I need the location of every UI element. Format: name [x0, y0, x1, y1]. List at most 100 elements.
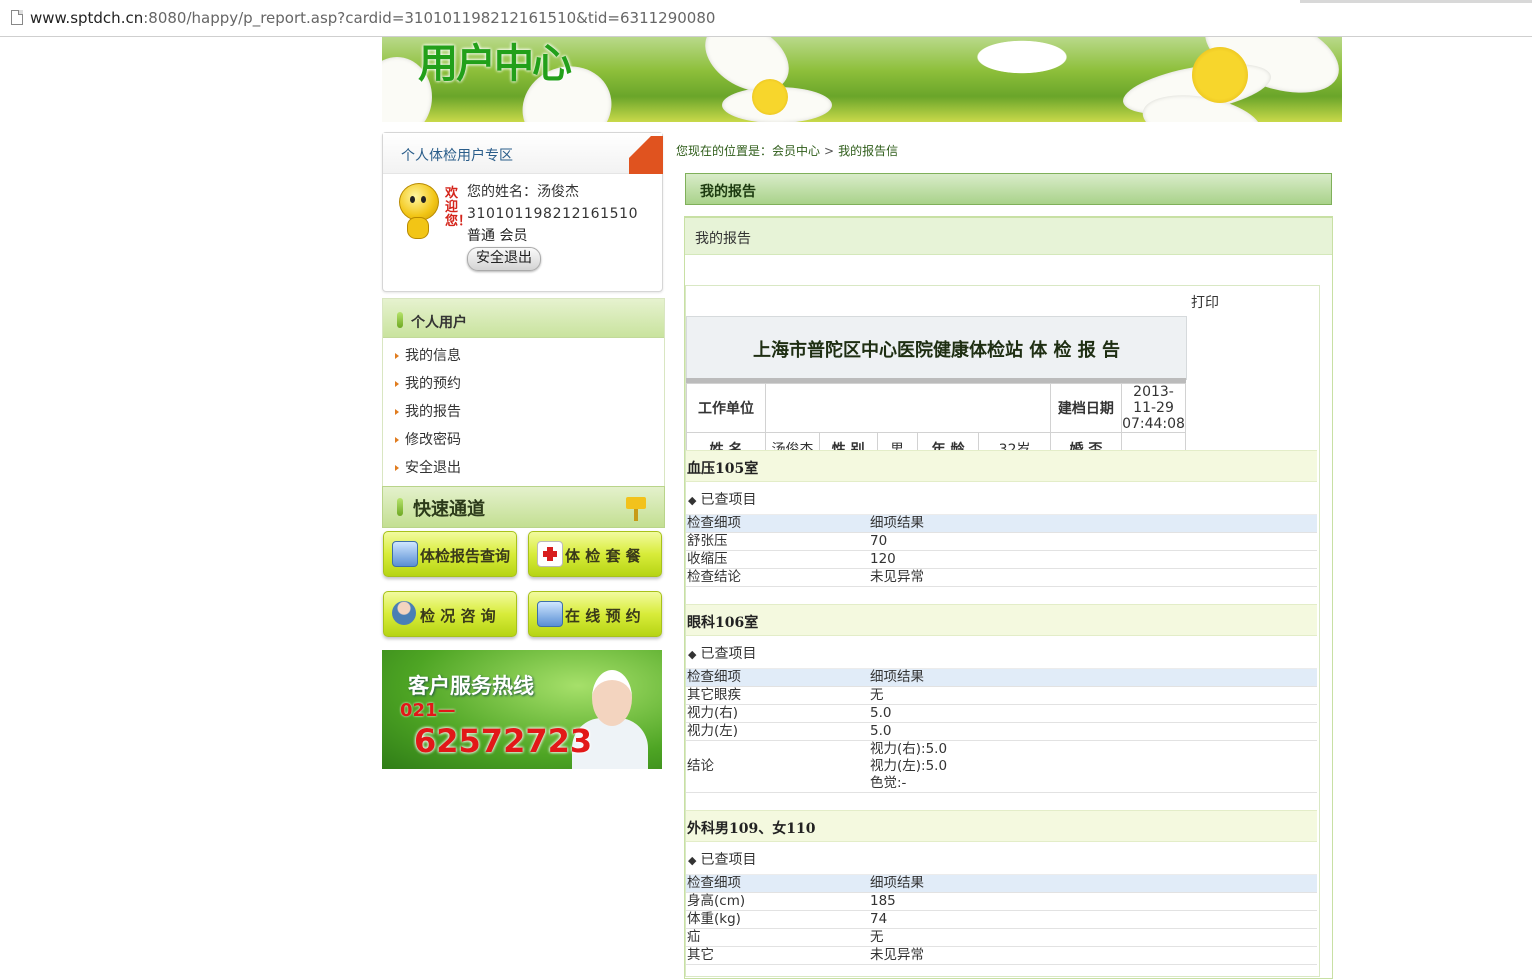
item-name: 舒张压 — [686, 532, 869, 551]
medical-kit-icon — [537, 541, 563, 567]
user-name: 您的姓名：汤俊杰 — [467, 184, 579, 200]
logout-button[interactable]: 安全退出 — [467, 247, 541, 271]
online-booking-button[interactable]: 在 线 预 约 — [528, 591, 662, 637]
exam-section-surgery: 外科男109、女110 已查项目 检查细项细项结果 身高(cm)185 体重(k… — [686, 810, 1317, 965]
breadcrumb: 您现在的位置是：会员中心 > 我的报告信 — [676, 142, 898, 159]
daisy-center — [752, 79, 788, 115]
table-row: 体重(kg) 74 — [686, 910, 1317, 929]
section-title: 我的报告 — [700, 184, 756, 200]
menu-item-my-report[interactable]: 我的报告 — [383, 398, 664, 426]
item-name: 视力(右) — [686, 704, 869, 723]
item-name: 视力(左) — [686, 722, 869, 741]
col-result-header: 细项结果 — [869, 875, 1317, 893]
file-date: 2013-11-29 — [1133, 384, 1174, 416]
col-result-header: 细项结果 — [869, 669, 1317, 687]
col-item-header: 检查细项 — [686, 515, 869, 533]
exam-results-table: 检查细项 细项结果 身高(cm) 185 体重(kg) 74 疝无 其它 未见异常 — [686, 875, 1317, 965]
checkup-package-label: 体 检 套 餐 — [565, 547, 641, 565]
panel-title: 我的报告 — [695, 231, 751, 247]
monitor-icon — [392, 541, 418, 567]
table-row: 舒张压 70 — [686, 532, 1317, 551]
exam-section-title: 血压105室 — [687, 461, 759, 477]
item-name: 其它 — [686, 946, 869, 965]
item-name: 疝 — [686, 928, 869, 947]
item-result: 未见异常 — [869, 568, 1317, 587]
conclusion-value: 视力(右):5.0 视力(左):5.0 色觉:- — [869, 740, 1317, 793]
report-query-button[interactable]: 体检报告查询 — [383, 531, 517, 577]
table-row: 身高(cm) 185 — [686, 892, 1317, 911]
exam-results-table: 检查细项 细项结果 舒张压 70 收缩压 120 检查结论 未见异常 — [686, 515, 1317, 587]
breadcrumb-member-center[interactable]: 会员中心 — [772, 144, 820, 158]
exam-section-title: 外科男109、女110 — [687, 821, 816, 837]
consultation-label: 检 况 咨 询 — [420, 607, 496, 625]
header-bar-icon — [397, 498, 403, 516]
report-title-box: 上海市普陀区中心医院健康体检站 体 检 报 告 — [686, 316, 1187, 380]
user-card-number: 310101198212161510 — [467, 206, 639, 222]
browser-url-bar[interactable]: www.sptdch.cn:8080/happy/p_report.asp?ca… — [0, 0, 1532, 37]
mascot-icon — [397, 181, 439, 239]
file-date-label: 建档日期 — [1049, 383, 1123, 433]
service-hotline-banner: 客户服务热线 021— 62572723 — [382, 650, 662, 769]
panel-header: 我的报告 — [685, 218, 1332, 255]
work-unit-label: 工作单位 — [685, 383, 767, 433]
col-result-header: 细项结果 — [869, 515, 1317, 533]
work-unit-value — [765, 383, 1051, 433]
col-item-header: 检查细项 — [686, 875, 869, 893]
menu-item-my-appointment[interactable]: 我的预约 — [383, 370, 664, 398]
item-result: 无 — [869, 928, 1317, 947]
member-level: 普通 会员 — [467, 228, 528, 244]
personal-menu: 个人用户 我的信息 我的预约 我的报告 修改密码 安全退出 — [382, 298, 665, 488]
exam-section-blood-pressure: 血压105室 已查项目 检查细项细项结果 舒张压70 收缩压120 检查结论未见… — [686, 450, 1317, 587]
report-title: 上海市普陀区中心医院健康体检站 体 检 报 告 — [752, 340, 1121, 361]
exam-section-title: 眼科106室 — [687, 615, 759, 631]
banner-title: 用户中心 — [418, 41, 572, 87]
doctor-icon — [392, 601, 416, 625]
file-date-value: 2013-11-29 07:44:08 — [1121, 383, 1186, 433]
print-link[interactable]: 打印 — [1191, 292, 1219, 312]
table-row: 结论 视力(右):5.0 视力(左):5.0 色觉:- — [686, 740, 1317, 793]
checked-items-label: 已查项目 — [688, 849, 756, 869]
menu-heading: 个人用户 — [411, 315, 467, 331]
item-name: 检查结论 — [686, 568, 869, 587]
item-result: 70 — [869, 532, 1317, 551]
url-text[interactable]: www.sptdch.cn:8080/happy/p_report.asp?ca… — [30, 9, 715, 27]
item-result: 未见异常 — [869, 946, 1317, 965]
item-result: 74 — [869, 910, 1317, 929]
menu-item-my-info[interactable]: 我的信息 — [383, 342, 664, 370]
col-item-header: 检查细项 — [686, 669, 869, 687]
page-icon — [11, 10, 23, 25]
table-row: 收缩压 120 — [686, 550, 1317, 569]
checked-items-row: 已查项目 — [686, 636, 1317, 669]
conclusion-line: 色觉:- — [870, 775, 907, 791]
table-row: 其它 未见异常 — [686, 946, 1317, 965]
checked-items-row: 已查项目 — [686, 842, 1317, 875]
consultation-button[interactable]: 检 况 咨 询 — [383, 591, 517, 637]
table-row: 检查结论 未见异常 — [686, 568, 1317, 587]
report-query-label: 体检报告查询 — [420, 547, 511, 565]
item-result: 5.0 — [869, 704, 1317, 723]
breadcrumb-separator: > — [824, 144, 835, 158]
exam-section-ophthalmology: 眼科106室 已查项目 检查细项细项结果 其它眼疾无 视力(右)5.0 视力(左… — [686, 604, 1317, 793]
item-name: 体重(kg) — [686, 910, 869, 929]
user-box-heading: 个人体检用户专区 — [401, 148, 513, 164]
exam-section-header: 外科男109、女110 — [686, 810, 1317, 842]
menu-item-change-password[interactable]: 修改密码 — [383, 426, 664, 454]
item-name: 收缩压 — [686, 550, 869, 569]
checkup-package-button[interactable]: 体 检 套 餐 — [528, 531, 662, 577]
header-bar-icon — [397, 312, 403, 328]
menu-item-logout[interactable]: 安全退出 — [383, 454, 664, 482]
table-row: 其它眼疾无 — [686, 686, 1317, 705]
table-row: 视力(右) 5.0 — [686, 704, 1317, 723]
user-info-box: 个人体检用户专区 欢迎您！ 您的姓名：汤俊杰 31010119821216151… — [382, 132, 663, 292]
header-banner: 用户中心 — [382, 37, 1342, 122]
item-name: 身高(cm) — [686, 892, 869, 911]
tab-strip-edge — [1300, 0, 1532, 3]
hotline-area-code: 021— — [400, 700, 456, 721]
nurse-illustration — [592, 670, 632, 726]
corner-decoration — [629, 136, 663, 174]
daisy-center — [1192, 47, 1248, 103]
user-box-header: 个人体检用户专区 — [383, 133, 663, 174]
item-result: 120 — [869, 550, 1317, 569]
menu-header: 个人用户 — [383, 299, 664, 338]
online-booking-label: 在 线 预 约 — [565, 607, 641, 625]
